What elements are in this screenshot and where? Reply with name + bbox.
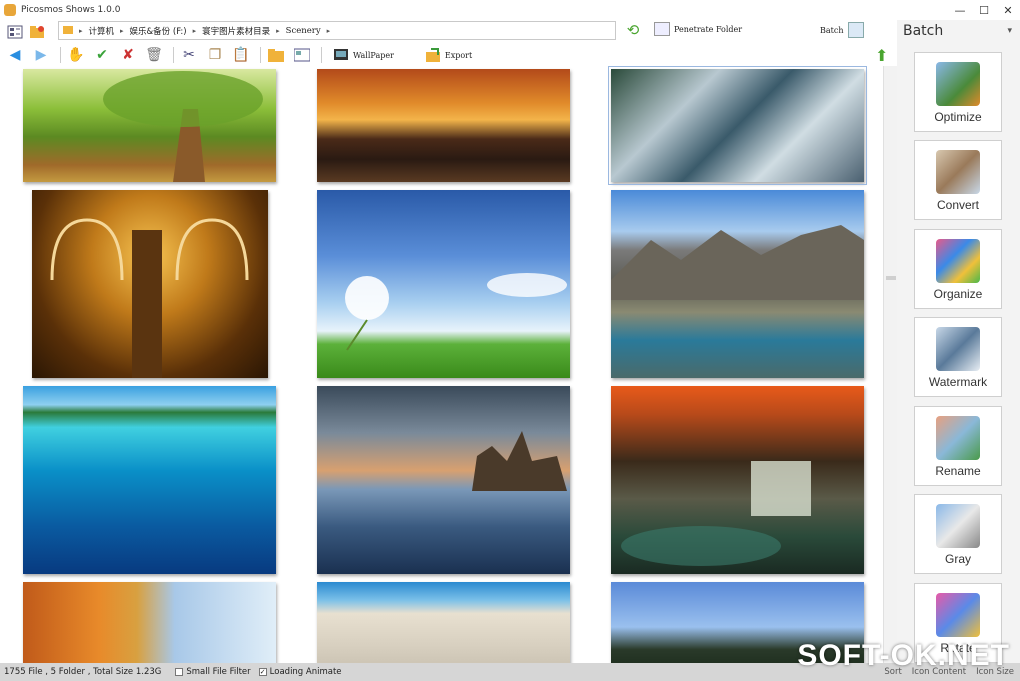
- properties-icon[interactable]: [291, 44, 313, 66]
- dandelion-shape: [345, 273, 567, 351]
- thumbnail-dandelion-sky[interactable]: [317, 190, 570, 378]
- batch-icon: [847, 22, 864, 38]
- chevron-right-icon: ▸: [79, 26, 83, 35]
- batch-convert-button[interactable]: Convert: [914, 140, 1002, 220]
- batch-gray-button[interactable]: Gray: [914, 494, 1002, 574]
- tag-icon[interactable]: ✋: [65, 44, 87, 66]
- batch-item-label: Gray: [944, 552, 971, 566]
- chevron-right-icon: ▸: [120, 26, 124, 35]
- copy-icon[interactable]: ❐: [204, 44, 226, 66]
- favorite-folder-icon[interactable]: [26, 21, 48, 43]
- maximize-icon[interactable]: ☐: [972, 0, 996, 20]
- close-icon[interactable]: ✕: [996, 0, 1020, 20]
- view-mode-icon[interactable]: [4, 21, 26, 43]
- export-button[interactable]: Export: [425, 48, 473, 62]
- batch-item-label: Rename: [935, 464, 981, 478]
- batch-label: Batch: [820, 25, 844, 35]
- scrollbar-thumb[interactable]: [886, 276, 896, 280]
- minimize-icon[interactable]: —: [948, 0, 972, 20]
- thumbnail-sunset-lake[interactable]: [317, 69, 570, 182]
- batch-panel: Batch ▾ Optimize Convert Organize Waterm…: [897, 20, 1020, 663]
- rename-icon: [936, 416, 980, 460]
- check-icon[interactable]: ✔: [91, 44, 113, 66]
- window-controls: — ☐ ✕: [948, 0, 1020, 20]
- forward-arrow-icon[interactable]: ▶: [30, 44, 52, 66]
- loading-label: Loading Animate: [269, 667, 342, 677]
- thumbnail-grid: [0, 66, 883, 663]
- penetrate-label: Penetrate Folder: [674, 24, 743, 34]
- export-icon: [425, 48, 440, 62]
- breadcrumb-segment[interactable]: 寰宇图片素材目录: [202, 25, 270, 37]
- castle-shape: [472, 431, 567, 491]
- penetrate-icon: [654, 22, 670, 36]
- arch-windows: [50, 218, 249, 378]
- tree-shape: [103, 71, 263, 182]
- thumbnail-forest-tree[interactable]: [23, 69, 276, 182]
- optimize-icon: [936, 62, 980, 106]
- paste-icon[interactable]: 📋: [230, 44, 252, 66]
- convert-icon: [936, 150, 980, 194]
- folder-icon: [63, 24, 73, 37]
- batch-button[interactable]: Batch: [820, 22, 864, 38]
- app-icon: [4, 4, 16, 16]
- checkbox-unchecked[interactable]: [175, 668, 184, 676]
- vertical-scrollbar[interactable]: [883, 66, 897, 663]
- thumbnail-mountain-lake[interactable]: [611, 190, 864, 378]
- checkbox-checked[interactable]: ✓: [258, 668, 267, 676]
- wallpaper-icon: [334, 49, 348, 60]
- batch-item-label: Organize: [933, 287, 983, 301]
- loading-animate-checkbox[interactable]: ✓ Loading Animate: [258, 667, 342, 677]
- batch-item-label: Convert: [936, 198, 980, 212]
- waterfall-shape: [621, 461, 811, 566]
- batch-item-label: Watermark: [928, 375, 988, 389]
- wallpaper-label: WallPaper: [353, 50, 394, 60]
- chevron-right-icon: ▸: [276, 26, 280, 35]
- batch-item-label: Optimize: [934, 110, 982, 124]
- toolbar: ◀ ▶ ✋ ✔ ✘ 🗑 ✂ ❐ 📋 WallPaper Export: [0, 44, 900, 66]
- trash-icon[interactable]: 🗑: [143, 44, 165, 66]
- chevron-right-icon: ▸: [192, 26, 197, 35]
- new-folder-icon[interactable]: [265, 44, 287, 66]
- gray-icon: [936, 504, 980, 548]
- refresh-icon[interactable]: ⟲: [624, 21, 642, 39]
- penetrate-folder-button[interactable]: Penetrate Folder: [654, 22, 742, 36]
- thumbnail-lake-castle[interactable]: [317, 386, 570, 574]
- file-summary: 1755 File , 5 Folder , Total Size 1.23G: [4, 667, 162, 677]
- thumbnail-forest-waterfall[interactable]: [611, 386, 864, 574]
- mountain-shape: [611, 225, 864, 300]
- chevron-right-icon: ▸: [326, 26, 331, 35]
- title-bar: Picosmos Shows 1.0.0 — ☐ ✕: [0, 0, 1020, 20]
- check-cross-icon[interactable]: ✘: [117, 44, 139, 66]
- window-title: Picosmos Shows 1.0.0: [21, 5, 121, 15]
- thumbnail-tropical-sea[interactable]: [23, 386, 276, 574]
- small-filter-label: Small File Filter: [186, 667, 251, 677]
- small-file-filter-checkbox[interactable]: Small File Filter: [175, 667, 251, 677]
- thumbnail-autumn-tree[interactable]: [23, 582, 276, 663]
- breadcrumb-segment[interactable]: 计算机: [89, 25, 115, 37]
- thumbnail-sand-dunes[interactable]: [317, 582, 570, 663]
- panel-title: Batch: [903, 23, 944, 39]
- batch-rename-button[interactable]: Rename: [914, 406, 1002, 486]
- address-row: ▸ 计算机 ▸ 娱乐&备份 (F:) ▸ 寰宇图片素材目录 ▸ Scenery …: [0, 20, 893, 44]
- batch-watermark-button[interactable]: Watermark: [914, 317, 1002, 397]
- back-arrow-icon[interactable]: ◀: [4, 44, 26, 66]
- chevron-down-icon[interactable]: ▾: [1007, 26, 1012, 36]
- breadcrumb-segment[interactable]: 娱乐&备份 (F:): [130, 25, 187, 37]
- address-bar[interactable]: ▸ 计算机 ▸ 娱乐&备份 (F:) ▸ 寰宇图片素材目录 ▸ Scenery …: [58, 21, 616, 40]
- batch-optimize-button[interactable]: Optimize: [914, 52, 1002, 132]
- watermark-icon: [936, 327, 980, 371]
- watermark-logo: SOFT-OK.NET: [797, 639, 1010, 672]
- organize-icon: [936, 239, 980, 283]
- wallpaper-button[interactable]: WallPaper: [334, 48, 394, 62]
- batch-organize-button[interactable]: Organize: [914, 229, 1002, 309]
- thumbnail-cathedral-interior[interactable]: [32, 190, 268, 378]
- cut-icon[interactable]: ✂: [178, 44, 200, 66]
- thumbnail-waterfall-rocks[interactable]: [608, 66, 867, 185]
- export-label: Export: [444, 50, 473, 60]
- up-folder-icon[interactable]: ⬆: [875, 46, 888, 65]
- rotate-icon: [936, 593, 980, 637]
- breadcrumb-segment[interactable]: Scenery: [286, 26, 321, 36]
